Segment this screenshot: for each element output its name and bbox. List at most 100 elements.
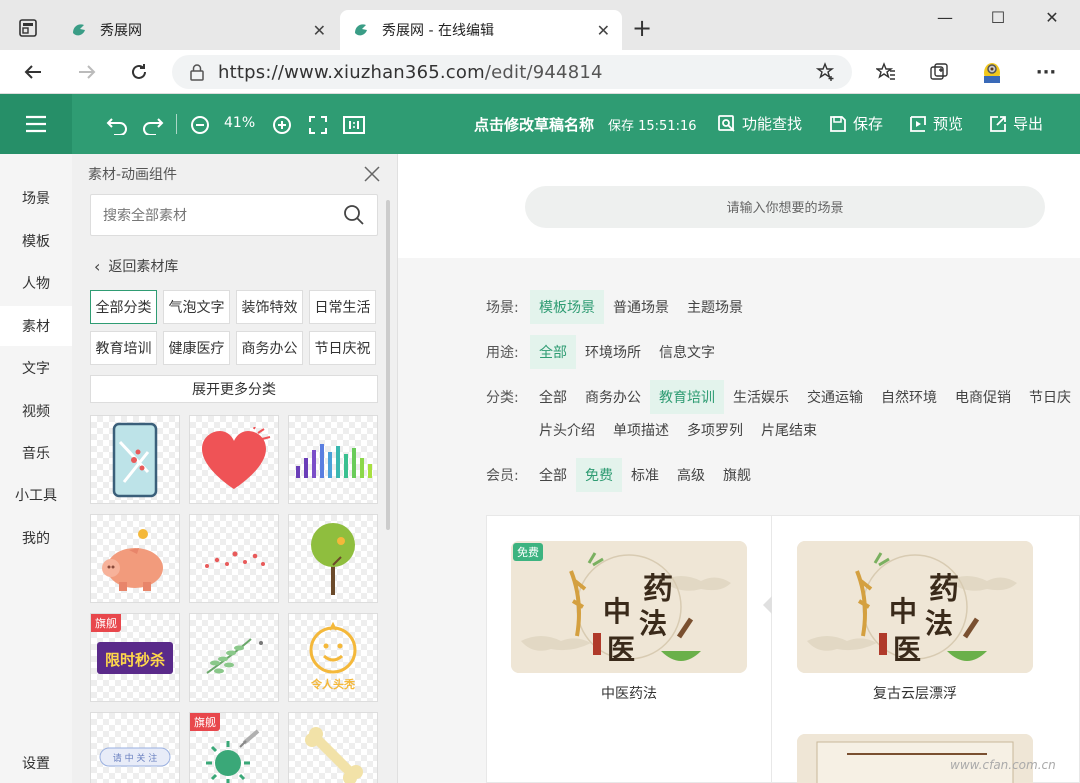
filter-option[interactable]: 片头介绍	[530, 413, 604, 447]
filter-option[interactable]: 交通运输	[798, 380, 872, 414]
filter-row-scene: 场景: 模板场景 普通场景 主题场景	[486, 290, 752, 324]
category-decoration[interactable]: 装饰特效	[236, 290, 303, 324]
filter-option[interactable]: 片尾结束	[752, 413, 826, 447]
category-holiday[interactable]: 节日庆祝	[309, 331, 376, 365]
material-thumb-heart[interactable]	[189, 415, 279, 504]
filter-option[interactable]: 普通场景	[604, 290, 678, 324]
tab-close-icon[interactable]: ✕	[313, 21, 326, 40]
bald-face-text: 令人头秃	[310, 677, 356, 691]
filter-option[interactable]: 信息文字	[650, 335, 724, 369]
material-thumb-tree[interactable]	[288, 514, 378, 603]
nav-mine[interactable]: 我的	[0, 518, 72, 558]
filter-option[interactable]: 全部	[530, 380, 576, 414]
material-thumb-equalizer[interactable]	[288, 415, 378, 504]
filter-option[interactable]: 自然环境	[872, 380, 946, 414]
scene-search-input[interactable]	[635, 200, 935, 215]
undo-button[interactable]	[106, 114, 128, 136]
material-thumb-virus[interactable]: 旗舰	[189, 712, 279, 783]
filter-option[interactable]: 免费	[576, 458, 622, 492]
template-card[interactable]: 免费 药 中 法 医 中医药法	[511, 541, 747, 703]
material-thumb-map[interactable]	[90, 415, 180, 504]
nav-text[interactable]: 文字	[0, 348, 72, 388]
maximize-button[interactable]: ☐	[983, 8, 1013, 27]
filter-option[interactable]: 旗舰	[714, 458, 760, 492]
collections-button[interactable]	[924, 58, 954, 86]
category-daily-life[interactable]: 日常生活	[309, 290, 376, 324]
category-all[interactable]: 全部分类	[90, 290, 157, 324]
actual-size-button[interactable]	[343, 114, 365, 136]
material-thumb-branch[interactable]	[189, 613, 279, 702]
close-window-button[interactable]: ✕	[1037, 8, 1067, 27]
reload-button[interactable]	[124, 58, 154, 86]
nav-material[interactable]: 素材	[0, 306, 72, 346]
search-icon[interactable]	[343, 204, 365, 226]
hamburger-menu-button[interactable]	[0, 94, 72, 154]
category-education[interactable]: 教育培训	[90, 331, 157, 365]
filter-option[interactable]: 主题场景	[678, 290, 752, 324]
category-health[interactable]: 健康医疗	[163, 331, 230, 365]
material-panel: 素材-动画组件 ‹ 返回素材库 全部分类 气泡文字 装饰特效 日常生活 教育培训…	[72, 154, 398, 783]
filter-option[interactable]: 节日庆	[1020, 380, 1071, 414]
browser-tab-active[interactable]: 秀展网 - 在线编辑 ✕	[340, 10, 622, 50]
material-thumb-follow[interactable]: 请 中 关 注	[90, 712, 180, 783]
draft-title[interactable]: 点击修改草稿名称	[474, 114, 594, 135]
profile-avatar[interactable]	[977, 58, 1007, 86]
minimize-button[interactable]: —	[930, 8, 960, 27]
nav-tools[interactable]: 小工具	[0, 475, 72, 515]
preview-button[interactable]: 预览	[909, 113, 963, 134]
address-bar[interactable]: https://www.xiuzhan365.com/edit/944814	[172, 55, 852, 89]
material-search-input[interactable]	[103, 207, 343, 223]
save-button[interactable]: 保存	[829, 113, 883, 134]
tab-close-icon[interactable]: ✕	[597, 21, 610, 40]
filter-option[interactable]: 全部	[530, 458, 576, 492]
close-icon[interactable]	[362, 164, 382, 184]
nav-music[interactable]: 音乐	[0, 433, 72, 473]
material-thumb-piggy-bank[interactable]	[90, 514, 180, 603]
add-favorite-icon[interactable]	[816, 62, 836, 82]
art-char-3: 法	[925, 607, 953, 640]
nav-video[interactable]: 视频	[0, 391, 72, 431]
filter-option[interactable]: 模板场景	[530, 290, 604, 324]
nav-scene[interactable]: 场景	[0, 178, 72, 218]
filter-option[interactable]: 多项罗列	[678, 413, 752, 447]
category-business[interactable]: 商务办公	[236, 331, 303, 365]
back-to-library-link[interactable]: ‹ 返回素材库	[94, 256, 178, 276]
material-thumb-bone[interactable]	[288, 712, 378, 783]
material-thumb-flash-sale[interactable]: 旗舰 限时秒杀	[90, 613, 180, 702]
nav-character[interactable]: 人物	[0, 263, 72, 303]
filter-option[interactable]: 环境场所	[576, 335, 650, 369]
filter-option[interactable]: 高级	[668, 458, 714, 492]
fit-screen-button[interactable]	[307, 114, 329, 136]
free-badge: 免费	[513, 543, 543, 561]
nav-template[interactable]: 模板	[0, 221, 72, 261]
redo-icon	[142, 115, 164, 135]
zoom-in-button[interactable]	[271, 114, 293, 136]
filter-option[interactable]: 单项描述	[604, 413, 678, 447]
browser-tab-strip: 秀展网 ✕ 秀展网 - 在线编辑 ✕ + — ☐ ✕	[0, 0, 1080, 50]
filter-option[interactable]: 教育培训	[650, 380, 724, 414]
forward-button[interactable]	[72, 58, 102, 86]
template-card[interactable]: 药 中 法 医 复古云层漂浮	[797, 541, 1033, 703]
browser-tab-inactive[interactable]: 秀展网 ✕	[58, 10, 338, 50]
filter-option[interactable]: 电商促销	[946, 380, 1020, 414]
more-menu-button[interactable]: ···	[1031, 58, 1061, 86]
panel-scrollbar[interactable]	[386, 200, 390, 530]
filter-option[interactable]: 标准	[622, 458, 668, 492]
window-menu-icon[interactable]	[18, 18, 38, 38]
filter-option[interactable]: 商务办公	[576, 380, 650, 414]
filter-option[interactable]: 全部	[530, 335, 576, 369]
nav-settings[interactable]: 设置	[0, 743, 72, 783]
redo-button[interactable]	[142, 114, 164, 136]
export-button[interactable]: 导出	[989, 113, 1043, 134]
expand-categories-button[interactable]: 展开更多分类	[90, 375, 378, 403]
filter-option[interactable]: 生活娱乐	[724, 380, 798, 414]
feature-search-button[interactable]: 功能查找	[718, 113, 802, 134]
new-tab-button[interactable]: +	[632, 14, 652, 42]
preview-icon	[909, 115, 927, 133]
material-thumb-bald-face[interactable]: 令人头秃	[288, 613, 378, 702]
back-button[interactable]	[18, 58, 48, 86]
favorites-button[interactable]	[871, 58, 901, 86]
zoom-out-button[interactable]	[189, 114, 211, 136]
material-thumb-small-hearts[interactable]	[189, 514, 279, 603]
category-bubble-text[interactable]: 气泡文字	[163, 290, 230, 324]
